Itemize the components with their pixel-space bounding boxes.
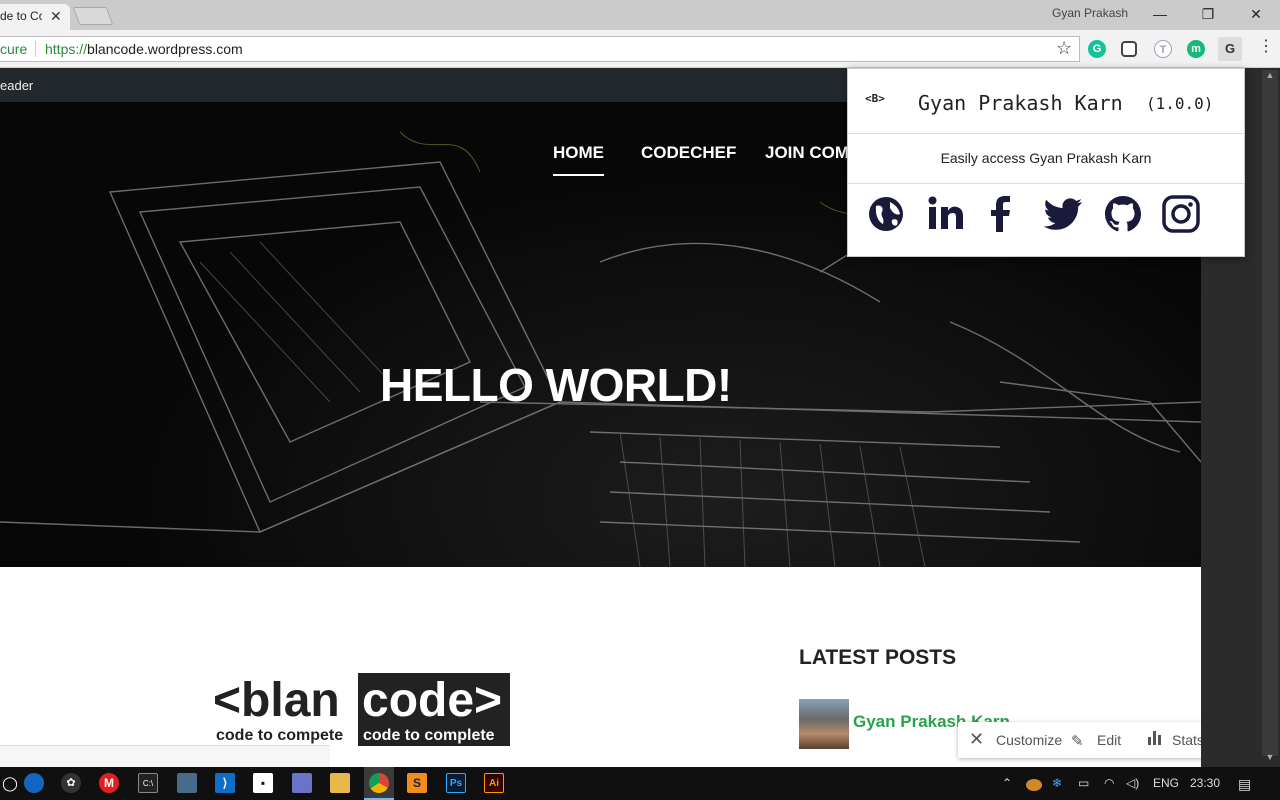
- app-icon[interactable]: ✿: [61, 773, 81, 793]
- popup-version: (1.0.0): [1146, 94, 1214, 113]
- github-icon[interactable]: [1103, 194, 1143, 234]
- hero-title: HELLO WORLD!: [380, 359, 732, 411]
- scrollbar-thumb[interactable]: [1262, 70, 1278, 756]
- vscode-icon[interactable]: ⟩: [215, 773, 235, 793]
- tab-title: de to Co: [0, 9, 42, 23]
- linkedin-icon[interactable]: [926, 194, 966, 234]
- site-tagline-left: code to compete: [216, 727, 344, 744]
- browser-tab[interactable]: de to Co ✕: [0, 4, 70, 30]
- firefox-icon[interactable]: [24, 773, 44, 793]
- customize-icon: ✕: [969, 729, 985, 749]
- language-indicator[interactable]: ENG: [1153, 776, 1179, 790]
- clock[interactable]: 23:30: [1190, 776, 1220, 790]
- stats-icon: [1148, 731, 1161, 745]
- nav-home-link[interactable]: HOME: [553, 143, 604, 163]
- tab-close-icon[interactable]: ✕: [50, 4, 62, 28]
- tray-app-icon[interactable]: [1026, 779, 1042, 791]
- scroll-down-icon[interactable]: ▼: [1262, 752, 1278, 768]
- popup-divider: [848, 183, 1244, 184]
- nav-join-link[interactable]: JOIN COM: [765, 143, 849, 163]
- popup-divider: [848, 133, 1244, 134]
- illustrator-icon[interactable]: Ai: [484, 773, 504, 793]
- popup-logo: <B>: [865, 92, 885, 105]
- scroll-up-icon[interactable]: ▲: [1262, 70, 1278, 86]
- edit-button[interactable]: Edit: [1097, 732, 1121, 748]
- site-logo-right[interactable]: code>: [362, 673, 502, 729]
- chrome-icon[interactable]: [369, 773, 389, 793]
- volume-icon[interactable]: ◁): [1126, 776, 1139, 790]
- popup-description: Easily access Gyan Prakash Karn: [940, 150, 1152, 166]
- reader-link[interactable]: eader: [0, 78, 33, 93]
- restore-button[interactable]: ❐: [1185, 3, 1231, 27]
- action-center-icon[interactable]: ▤: [1238, 776, 1251, 793]
- popup-title: Gyan Prakash Karn: [918, 91, 1123, 115]
- bottom-left-panel: [0, 745, 330, 767]
- terminal-icon[interactable]: C:\: [138, 773, 158, 793]
- address-separator: [35, 41, 36, 57]
- discord-icon[interactable]: [292, 773, 312, 793]
- stats-button[interactable]: Stats: [1172, 732, 1204, 748]
- url-scheme: https://: [45, 41, 88, 57]
- instagram-icon[interactable]: [1161, 194, 1201, 234]
- windows-start-icon[interactable]: ◯: [0, 773, 20, 793]
- photoshop-icon[interactable]: Ps: [446, 773, 466, 793]
- sticky-notes-icon[interactable]: ▪: [253, 773, 273, 793]
- wifi-icon[interactable]: ◠: [1104, 776, 1114, 790]
- url-host: blancode.wordpress.com: [87, 41, 243, 57]
- battery-icon[interactable]: ▭: [1078, 776, 1089, 790]
- latest-posts-heading: LATEST POSTS: [799, 646, 957, 669]
- twitter-icon[interactable]: [1044, 194, 1084, 234]
- facebook-icon[interactable]: [982, 194, 1022, 234]
- post-author-avatar[interactable]: [799, 699, 849, 749]
- extension-t-icon[interactable]: T: [1154, 40, 1172, 58]
- bookmark-star-icon[interactable]: ☆: [1056, 38, 1072, 59]
- new-tab-button[interactable]: [72, 7, 114, 25]
- globe-icon[interactable]: [866, 194, 906, 234]
- url-text[interactable]: https://blancode.wordpress.com: [45, 41, 243, 57]
- close-window-button[interactable]: ✕: [1233, 3, 1279, 27]
- profile-name[interactable]: Gyan Prakash: [1052, 6, 1128, 20]
- edit-icon: ✎: [1071, 733, 1084, 750]
- file-explorer-icon[interactable]: [330, 773, 350, 793]
- mcafee-icon[interactable]: M: [99, 773, 119, 793]
- grammarly-extension-icon[interactable]: G: [1088, 40, 1106, 58]
- site-tagline-right: code to complete: [363, 727, 495, 744]
- tray-snowflake-icon[interactable]: ❄: [1052, 776, 1062, 790]
- extension-m-icon[interactable]: m: [1187, 40, 1205, 58]
- site-logo-left[interactable]: <blan: [213, 673, 340, 729]
- sublime-icon[interactable]: S: [407, 773, 427, 793]
- network-app-icon[interactable]: [177, 773, 197, 793]
- secure-label[interactable]: cure: [0, 41, 27, 57]
- customize-button[interactable]: Customize: [996, 732, 1062, 748]
- gyan-extension-icon[interactable]: G: [1218, 37, 1242, 61]
- minimize-button[interactable]: —: [1137, 3, 1183, 27]
- nav-codechef-link[interactable]: CODECHEF: [641, 143, 736, 163]
- extension-2-icon[interactable]: [1121, 41, 1137, 57]
- browser-menu-icon[interactable]: ⋮: [1258, 36, 1274, 56]
- tray-expand-icon[interactable]: ⌃: [1002, 776, 1012, 790]
- nav-active-underline: [553, 174, 604, 176]
